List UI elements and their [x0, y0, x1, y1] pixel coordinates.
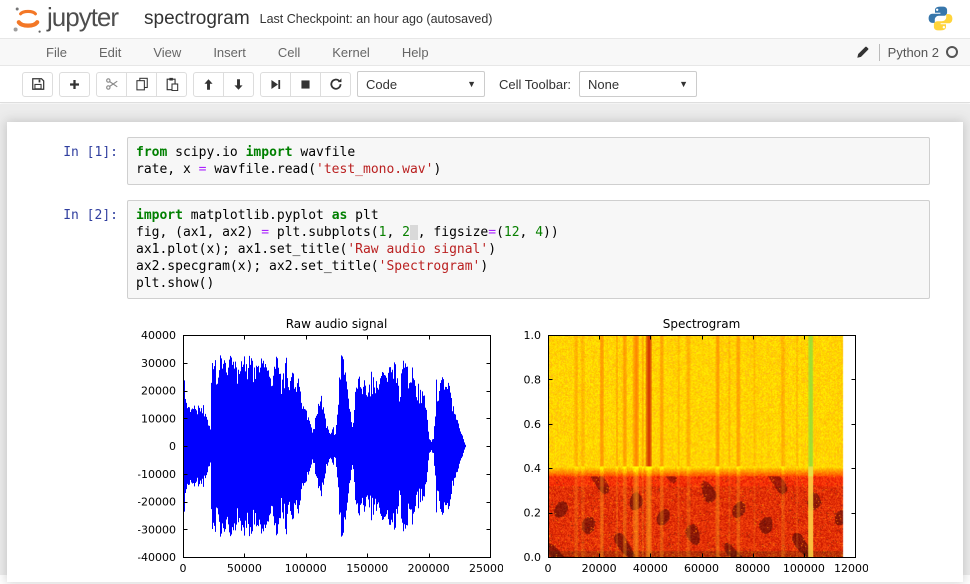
cell-output-area: [7, 314, 963, 584]
cell-toolbar-value: None: [588, 77, 619, 92]
input-prompt: In [2]:: [7, 200, 127, 299]
menu-item-file[interactable]: File: [30, 45, 83, 60]
copy-icon: [135, 77, 149, 91]
notebook-container: In [1]: from scipy.io import wavfilerate…: [7, 122, 963, 582]
kernel-name: Python 2: [888, 45, 939, 60]
arrow-up-icon: [202, 78, 215, 91]
cell-toolbar-label: Cell Toolbar:: [499, 77, 571, 92]
chevron-down-icon: ▼: [679, 79, 688, 89]
interrupt-kernel-button[interactable]: [290, 72, 321, 97]
stop-icon: [299, 78, 312, 91]
toolbar: Code ▼ Cell Toolbar: None ▼: [0, 66, 970, 103]
notebook-title[interactable]: spectrogram: [144, 8, 250, 30]
code-editor[interactable]: import matplotlib.pyplot as pltfig, (ax1…: [136, 207, 921, 292]
code-cell-2[interactable]: In [2]: import matplotlib.pyplot as pltf…: [7, 200, 963, 299]
jupyter-logo-icon: [12, 3, 44, 35]
menu-item-kernel[interactable]: Kernel: [316, 45, 386, 60]
jupyter-logo-text: jupyter: [47, 2, 118, 33]
menu-item-edit[interactable]: Edit: [83, 45, 137, 60]
edit-mode-pencil-icon: [856, 45, 870, 59]
chevron-down-icon: ▼: [467, 79, 476, 89]
python-logo-icon: [927, 5, 954, 32]
arrow-down-icon: [232, 78, 245, 91]
jupyter-logo[interactable]: jupyter: [12, 3, 118, 35]
restart-kernel-button[interactable]: [320, 72, 351, 97]
plus-icon: [68, 78, 81, 91]
move-cell-down-button[interactable]: [223, 72, 254, 97]
cell-type-value: Code: [366, 77, 397, 92]
menu-item-insert[interactable]: Insert: [197, 45, 262, 60]
step-forward-icon: [269, 78, 282, 91]
menu-item-help[interactable]: Help: [386, 45, 445, 60]
run-cell-button[interactable]: [260, 72, 291, 97]
menu-bar: File Edit View Insert Cell Kernel Help P…: [0, 38, 970, 66]
raw-audio-signal-plot: [138, 314, 503, 579]
page-background: In [1]: from scipy.io import wavfilerate…: [0, 104, 970, 575]
paste-icon: [165, 77, 179, 91]
menu-item-cell[interactable]: Cell: [262, 45, 316, 60]
paste-cell-button[interactable]: [156, 72, 187, 97]
menu-item-view[interactable]: View: [137, 45, 197, 60]
scissors-icon: [105, 77, 119, 91]
cut-cell-button[interactable]: [96, 72, 127, 97]
code-cell-1[interactable]: In [1]: from scipy.io import wavfilerate…: [7, 137, 963, 185]
code-cell-input[interactable]: import matplotlib.pyplot as pltfig, (ax1…: [127, 200, 930, 299]
cell-toolbar-select[interactable]: None ▼: [579, 71, 697, 97]
save-icon: [31, 77, 45, 91]
copy-cell-button[interactable]: [126, 72, 157, 97]
notebook-header: jupyter spectrogram Last Checkpoint: an …: [0, 0, 970, 38]
move-cell-up-button[interactable]: [193, 72, 224, 97]
add-cell-button[interactable]: [59, 72, 90, 97]
code-cell-input[interactable]: from scipy.io import wavfilerate, x = wa…: [127, 137, 930, 185]
checkpoint-status: Last Checkpoint: an hour ago (autosaved): [260, 12, 493, 26]
menu-divider: [879, 44, 880, 61]
kernel-idle-icon: [946, 46, 958, 58]
code-editor[interactable]: from scipy.io import wavfilerate, x = wa…: [136, 144, 921, 178]
cell-type-select[interactable]: Code ▼: [357, 71, 485, 97]
spectrogram-plot: [503, 314, 868, 579]
input-prompt: In [1]:: [7, 137, 127, 185]
save-button[interactable]: [22, 72, 53, 97]
restart-icon: [329, 77, 343, 91]
